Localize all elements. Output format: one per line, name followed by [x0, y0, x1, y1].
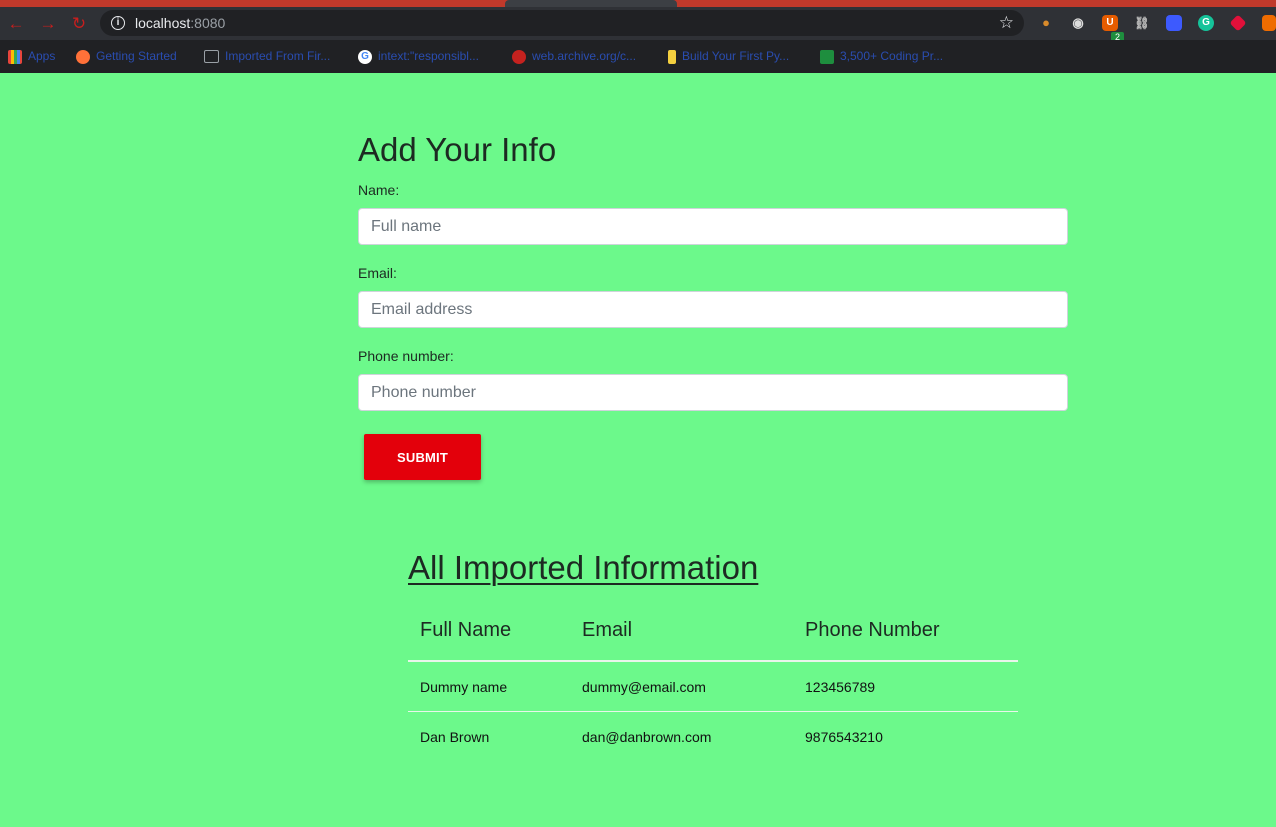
- table-row: Dan Brown dan@danbrown.com 9876543210: [408, 712, 1018, 762]
- page-title: Add Your Info: [358, 131, 557, 168]
- bookmark-apps[interactable]: Apps: [8, 48, 55, 64]
- apps-grid-icon: [8, 49, 22, 64]
- extension-icon-0[interactable]: ●: [1038, 15, 1054, 31]
- cookie-icon: ●: [1042, 15, 1050, 30]
- bookmark-label: intext:"responsibl...: [378, 49, 479, 63]
- bookmark-coding-projects[interactable]: 3,500+ Coding Pr...: [820, 48, 943, 64]
- extension-icon-1[interactable]: ◉: [1070, 15, 1086, 31]
- bookmark-label: Build Your First Py...: [682, 49, 790, 63]
- back-icon[interactable]: ←: [6, 14, 26, 34]
- email-label: Email:: [358, 265, 397, 281]
- google-icon: G: [358, 49, 372, 64]
- info-table: Full Name Email Phone Number Dummy name …: [408, 600, 1018, 761]
- brave-icon[interactable]: [1262, 15, 1276, 31]
- python-icon: [668, 49, 676, 64]
- grammarly-icon[interactable]: G: [1198, 15, 1214, 31]
- cell-full-name: Dan Brown: [420, 728, 490, 745]
- archive-icon: [512, 49, 526, 64]
- reload-icon[interactable]: ↻: [69, 14, 89, 34]
- url-port: :8080: [190, 15, 226, 31]
- bookmark-label: Imported From Fir...: [225, 49, 331, 63]
- header-full-name: Full Name: [408, 600, 570, 662]
- table-row: Dummy name dummy@email.com 123456789: [408, 661, 1018, 712]
- phone-input[interactable]: [358, 374, 1068, 411]
- bookmark-imported-folder[interactable]: Imported From Fir...: [204, 48, 330, 64]
- submit-button[interactable]: SUBMIT: [364, 434, 481, 480]
- address-bar[interactable]: i localhost:8080 ☆: [100, 10, 1024, 36]
- cell-email: dummy@email.com: [570, 661, 793, 712]
- bookmarks-bar: Apps Getting Started Imported From Fir..…: [0, 40, 1276, 73]
- bookmark-label: Getting Started: [96, 49, 177, 63]
- pocket-icon[interactable]: [1229, 14, 1247, 32]
- header-phone-number: Phone Number: [793, 600, 1018, 662]
- folder-icon: [204, 50, 219, 64]
- cell-full-name: Dummy name: [408, 661, 570, 712]
- header-email: Email: [570, 600, 793, 662]
- phone-label: Phone number:: [358, 348, 454, 364]
- url-text: localhost:8080: [135, 15, 225, 31]
- imported-info-title: All Imported Information: [408, 549, 759, 586]
- email-input[interactable]: [358, 291, 1068, 328]
- monitor-icon[interactable]: [1166, 15, 1182, 31]
- bookmark-label: Apps: [28, 49, 56, 63]
- bookmark-intext[interactable]: Gintext:"responsibl...: [358, 48, 479, 64]
- active-tab[interactable]: [505, 0, 677, 7]
- window-top-stripe: [0, 0, 1276, 7]
- forward-icon[interactable]: →: [38, 14, 58, 34]
- owl-icon: [820, 49, 834, 64]
- bookmark-build-python[interactable]: Build Your First Py...: [668, 48, 789, 64]
- eye-icon: ◉: [1072, 15, 1084, 30]
- bookmark-label: web.archive.org/c...: [532, 49, 637, 63]
- bookmark-label: 3,500+ Coding Pr...: [840, 49, 944, 63]
- name-label: Name:: [358, 182, 400, 198]
- info-icon[interactable]: i: [111, 16, 125, 30]
- url-host: localhost: [135, 15, 191, 31]
- bookmark-star-icon[interactable]: ☆: [999, 13, 1014, 33]
- bookmark-web-archive[interactable]: web.archive.org/c...: [512, 48, 636, 64]
- firefox-icon: [76, 49, 90, 64]
- name-input[interactable]: [358, 208, 1068, 245]
- cell-email: dan@danbrown.com: [582, 728, 712, 745]
- bookmark-getting-started[interactable]: Getting Started: [76, 48, 177, 64]
- browser-toolbar: ← → ↻ i localhost:8080 ☆ ● ◉ U 2 ⛓ G: [0, 7, 1276, 43]
- cell-phone: 123456789: [793, 661, 1018, 712]
- table-header-row: Full Name Email Phone Number: [408, 600, 1018, 662]
- cell-phone: 9876543210: [805, 728, 883, 745]
- ublock-icon[interactable]: U: [1102, 15, 1118, 31]
- link-icon[interactable]: ⛓: [1134, 15, 1150, 31]
